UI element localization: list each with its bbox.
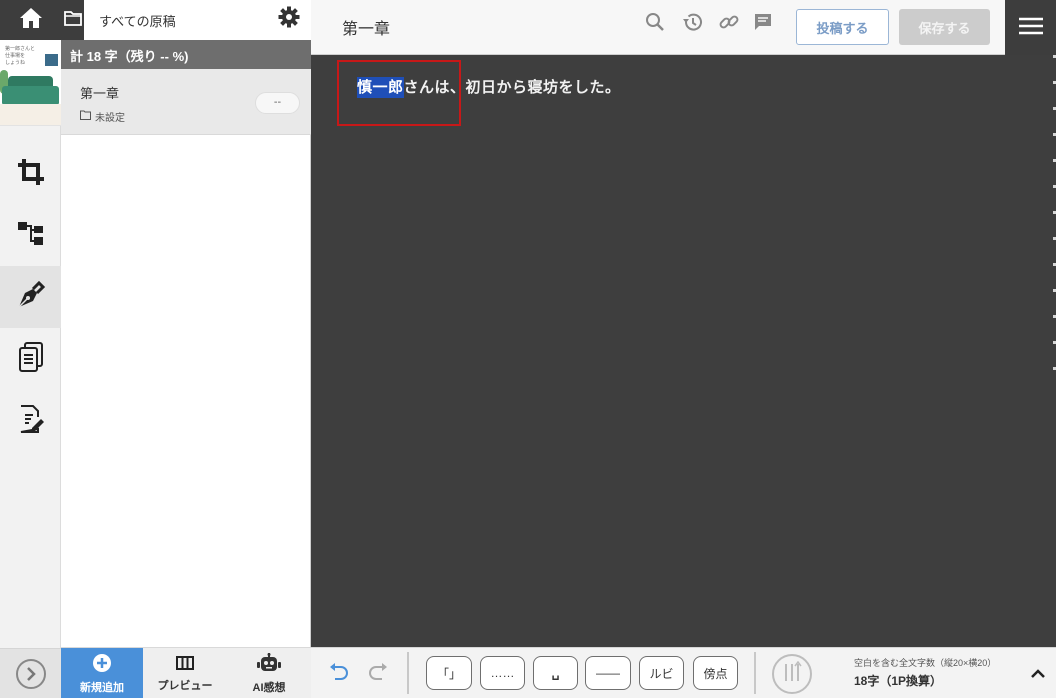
sidebar-title: すべての原稿 — [99, 14, 176, 29]
write-button[interactable] — [0, 266, 61, 328]
manuscript-item-badge[interactable]: -- — [255, 92, 300, 114]
crop-button[interactable] — [0, 143, 61, 205]
settings-button[interactable] — [277, 6, 301, 32]
search-button[interactable] — [644, 13, 666, 35]
home-icon — [19, 7, 43, 33]
format-settings-button[interactable] — [772, 654, 812, 694]
thumbnail-line: 第一郎さんと — [5, 46, 36, 52]
add-new-label: 新規追加 — [80, 681, 124, 694]
thumbnail-sofa — [2, 86, 59, 104]
cover-thumbnail[interactable]: 第一郎さんと 仕事場を しょうね — [0, 40, 61, 126]
plus-circle-icon — [92, 653, 112, 676]
search-icon — [645, 12, 665, 36]
robot-icon — [257, 652, 281, 676]
manuscript-item-folder: 未設定 — [80, 109, 125, 124]
post-button[interactable]: 投稿する — [796, 9, 889, 45]
preview-button[interactable]: プレビュー — [143, 648, 227, 698]
main-menu-button[interactable] — [1005, 0, 1056, 55]
structure-button[interactable] — [0, 204, 61, 266]
hamburger-menu-icon — [1018, 16, 1044, 40]
thumbnail-floor — [0, 104, 61, 125]
crop-icon — [16, 157, 46, 191]
redo-button[interactable] — [365, 660, 391, 686]
edit-document-button[interactable] — [0, 390, 61, 452]
vertical-lines-icon — [782, 660, 802, 687]
editor-text[interactable]: 慎一郎さんは、初日から寝坊をした。 — [357, 76, 621, 98]
sidebar-footer: 新規追加 プレビュー AI感想 — [61, 647, 311, 698]
pen-icon — [15, 279, 47, 315]
documents-button[interactable] — [0, 328, 61, 390]
toolbar-divider — [407, 652, 409, 694]
folder-icon — [63, 10, 82, 30]
folder-button[interactable] — [61, 0, 84, 40]
structure-icon — [17, 220, 45, 250]
undo-icon — [329, 662, 349, 684]
documents-icon — [17, 341, 45, 377]
link-icon — [718, 11, 740, 37]
preview-label: プレビュー — [157, 679, 213, 692]
history-icon — [682, 11, 704, 37]
edit-document-icon — [17, 404, 45, 438]
bouten-button[interactable]: 傍点 — [693, 656, 738, 690]
columns-icon — [176, 655, 194, 674]
word-count-label: 空白を含む全文字数（縦20×横20） — [854, 658, 997, 668]
manuscript-sidebar: すべての原稿 計 18 字（残り -- %) 第一章 未設定 -- 新規追加 プ… — [61, 0, 311, 698]
toolbar-divider — [754, 652, 756, 694]
ruby-button[interactable]: ルビ — [639, 656, 684, 690]
icon-rail: 第一郎さんと 仕事場を しょうね — [0, 0, 61, 698]
chevron-right-icon — [15, 658, 46, 689]
space-button[interactable]: ␣ — [533, 656, 578, 690]
editor-header: 第一章 投稿する 保存する — [311, 0, 1005, 55]
gear-icon — [278, 6, 300, 32]
save-button[interactable]: 保存する — [899, 9, 990, 45]
expand-sidebar-button[interactable] — [0, 648, 61, 698]
selected-text[interactable]: 慎一郎 — [357, 77, 404, 98]
editor-toolbar: 「」 …… ␣ —— ルビ 傍点 空白を含む全文字数（縦20×横20） 18字（… — [311, 647, 1056, 698]
dash-button[interactable]: —— — [585, 656, 631, 690]
word-count-value: 18字（1P換算） — [854, 674, 943, 688]
expand-count-button[interactable] — [1029, 664, 1047, 682]
body-text: さんは、初日から寝坊をした。 — [403, 79, 621, 96]
thumbnail-line: 仕事場を — [5, 53, 26, 59]
ai-feedback-label: AI感想 — [252, 681, 286, 694]
link-button[interactable] — [718, 13, 740, 35]
manuscript-item-title: 第一章 — [80, 86, 120, 101]
thumbnail-title: 第一郎さんと 仕事場を しょうね — [5, 46, 35, 67]
total-character-count: 計 18 字（残り -- %) — [61, 40, 311, 69]
home-button[interactable] — [0, 0, 61, 40]
manuscript-item[interactable]: 第一章 未設定 -- — [61, 69, 311, 135]
undo-button[interactable] — [326, 660, 352, 686]
chevron-up-icon — [1031, 664, 1045, 683]
redo-icon — [368, 662, 388, 684]
ellipsis-button[interactable]: …… — [480, 656, 525, 690]
add-new-button[interactable]: 新規追加 — [61, 648, 143, 698]
manuscript-item-folder-label: 未設定 — [95, 113, 125, 124]
sidebar-header: すべての原稿 — [61, 0, 311, 40]
thumbnail-line: しょうね — [5, 60, 26, 66]
ai-feedback-button[interactable]: AI感想 — [227, 648, 311, 698]
comment-button[interactable] — [752, 13, 774, 35]
folder-icon — [80, 110, 91, 123]
editor-area[interactable]: 慎一郎さんは、初日から寝坊をした。 — [311, 55, 1056, 647]
kagikakko-button[interactable]: 「」 — [426, 656, 472, 690]
thumbnail-painting — [45, 54, 58, 66]
comment-icon — [753, 12, 773, 36]
chapter-title: 第一章 — [342, 21, 391, 38]
history-button[interactable] — [682, 13, 704, 35]
